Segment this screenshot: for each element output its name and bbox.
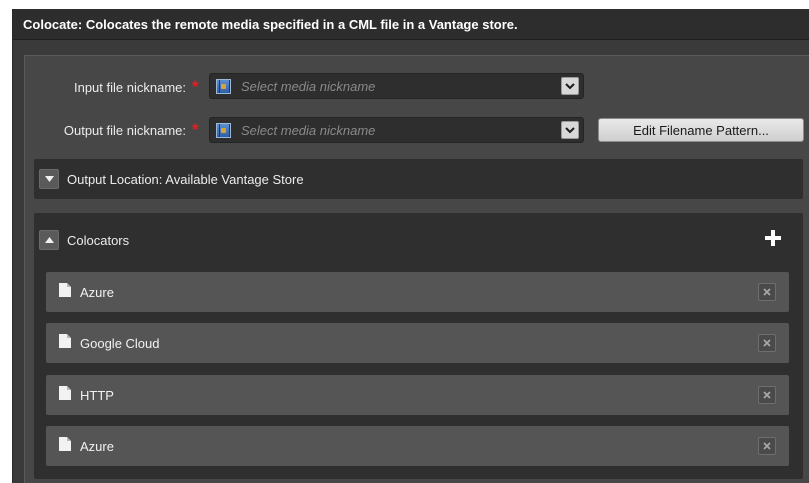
output-required-marker: * xyxy=(192,120,199,139)
colocator-item[interactable]: Google Cloud xyxy=(46,323,789,363)
chevron-down-icon[interactable] xyxy=(561,77,579,95)
close-icon[interactable] xyxy=(758,437,776,455)
media-nickname-icon xyxy=(216,78,231,94)
output-location-title[interactable]: Output Location: Available Vantage Store xyxy=(67,172,304,187)
colocator-label: Azure xyxy=(80,438,114,454)
colocators-section: Colocators Azure Google Cloud HTTP Azure xyxy=(34,213,803,479)
media-nickname-icon xyxy=(216,122,231,138)
close-icon[interactable] xyxy=(758,334,776,352)
input-file-placeholder: Select media nickname xyxy=(241,78,376,94)
window-title: Colocate: Colocates the remote media spe… xyxy=(23,16,518,32)
colocator-label: HTTP xyxy=(80,387,114,403)
document-icon xyxy=(59,282,71,302)
document-icon xyxy=(59,385,71,405)
document-icon xyxy=(59,333,71,353)
edit-filename-pattern-button[interactable]: Edit Filename Pattern... xyxy=(598,118,804,142)
triangle-up-icon[interactable] xyxy=(39,230,59,250)
document-icon xyxy=(59,436,71,456)
plus-icon[interactable] xyxy=(764,229,782,247)
output-file-placeholder: Select media nickname xyxy=(241,122,376,138)
colocator-item[interactable]: Azure xyxy=(46,426,789,466)
close-icon[interactable] xyxy=(758,283,776,301)
colocator-label: Google Cloud xyxy=(80,335,160,351)
chevron-down-icon[interactable] xyxy=(561,121,579,139)
input-file-label: Input file nickname: xyxy=(73,79,186,95)
input-file-nickname-select[interactable]: Select media nickname xyxy=(209,73,584,99)
close-icon[interactable] xyxy=(758,386,776,404)
output-file-nickname-select[interactable]: Select media nickname xyxy=(209,117,584,143)
output-file-row: Output file nickname: * xyxy=(36,120,208,139)
output-location-section: Output Location: Available Vantage Store xyxy=(34,159,803,199)
colocators-title[interactable]: Colocators xyxy=(67,233,129,248)
output-file-label: Output file nickname: xyxy=(63,122,186,138)
input-file-row: Input file nickname: * xyxy=(40,77,208,96)
triangle-down-icon[interactable] xyxy=(39,169,59,189)
input-required-marker: * xyxy=(192,77,199,96)
colocator-item[interactable]: HTTP xyxy=(46,375,789,415)
window-title-bar: Colocate: Colocates the remote media spe… xyxy=(13,9,809,40)
colocator-label: Azure xyxy=(80,284,114,300)
colocator-item[interactable]: Azure xyxy=(46,272,789,312)
